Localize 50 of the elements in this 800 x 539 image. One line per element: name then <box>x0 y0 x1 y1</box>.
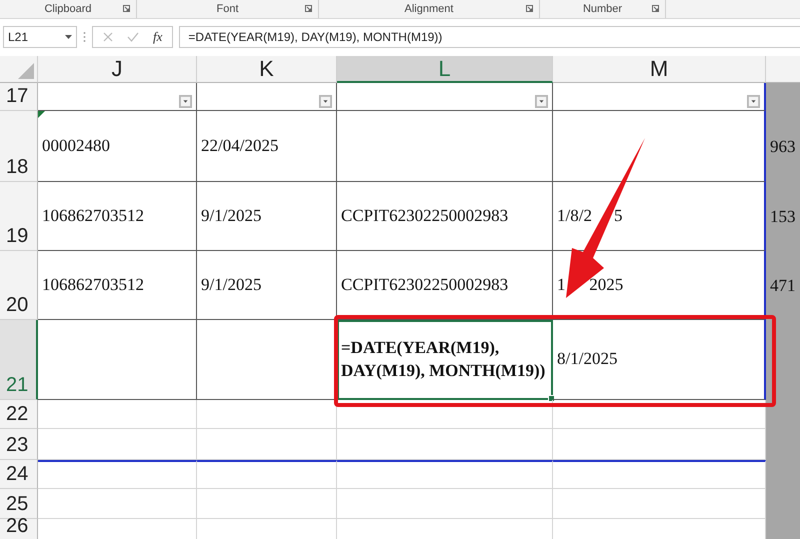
table-cell: 22/04/2025 <box>197 111 337 182</box>
row-header[interactable]: 25 <box>0 489 38 519</box>
row-header[interactable]: 23 <box>0 429 38 460</box>
filter-dropdown-button[interactable] <box>535 95 548 108</box>
ribbon-group-label: Clipboard <box>44 3 92 15</box>
row-header[interactable]: 21 <box>0 320 38 400</box>
insert-function-button[interactable]: fx <box>153 29 162 45</box>
row-header[interactable]: 22 <box>0 400 38 429</box>
row-header[interactable]: 19 <box>0 182 38 251</box>
row-header[interactable]: 26 <box>0 519 38 539</box>
table-cell: 153 <box>770 206 796 226</box>
table-cell: 471 <box>770 276 796 296</box>
table-cell: =DATE(YEAR(M19), DAY(M19), MONTH(M19)) <box>337 320 553 400</box>
row-header[interactable]: 17 <box>0 83 38 111</box>
table-cell: 963 <box>770 136 796 156</box>
grip-icon <box>83 32 86 42</box>
name-box[interactable]: L21 <box>3 26 77 48</box>
table-cell: CCPIT62302250002983 <box>337 182 553 251</box>
column-header[interactable]: K <box>197 56 337 83</box>
filter-dropdown-button[interactable] <box>179 95 192 108</box>
table-cell: 9/1/2025 <box>197 251 337 320</box>
caret-icon <box>65 35 72 39</box>
dialog-launcher-icon[interactable] <box>652 5 659 12</box>
cell-text: 1/8/2 <box>557 204 592 227</box>
cell-text: 1 <box>557 274 566 296</box>
cancel-icon[interactable] <box>103 32 113 42</box>
formula-field[interactable]: =DATE(YEAR(M19), DAY(M19), MONTH(M19)) <box>179 26 800 48</box>
column-header[interactable]: J <box>38 56 197 83</box>
cell-text: 2025 <box>589 274 624 296</box>
row-header[interactable]: 18 <box>0 111 38 182</box>
ribbon-group-label: Number <box>582 3 622 15</box>
table-cell: 00002480 <box>38 111 197 182</box>
ribbon-group-label: Font <box>216 3 238 15</box>
table-cell: 106862703512 <box>38 251 197 320</box>
table-cell: 106862703512 <box>38 182 197 251</box>
row-header[interactable]: 20 <box>0 251 38 320</box>
column-header[interactable]: L <box>337 56 553 83</box>
ribbon-group-label: Alignment <box>404 3 454 15</box>
row-header[interactable]: 24 <box>0 460 38 489</box>
column-header[interactable]: M <box>553 56 766 83</box>
dialog-launcher-icon[interactable] <box>526 5 533 12</box>
check-icon[interactable] <box>127 32 139 42</box>
cell-text: 5 <box>614 204 623 227</box>
table-cell: CCPIT62302250002983 <box>337 251 553 320</box>
pane-cell <box>766 519 800 539</box>
filter-dropdown-button[interactable] <box>747 95 760 108</box>
filter-dropdown-button[interactable] <box>319 95 332 108</box>
dialog-launcher-icon[interactable] <box>305 5 312 12</box>
table-cell: 9/1/2025 <box>197 182 337 251</box>
dialog-launcher-icon[interactable] <box>123 5 130 12</box>
